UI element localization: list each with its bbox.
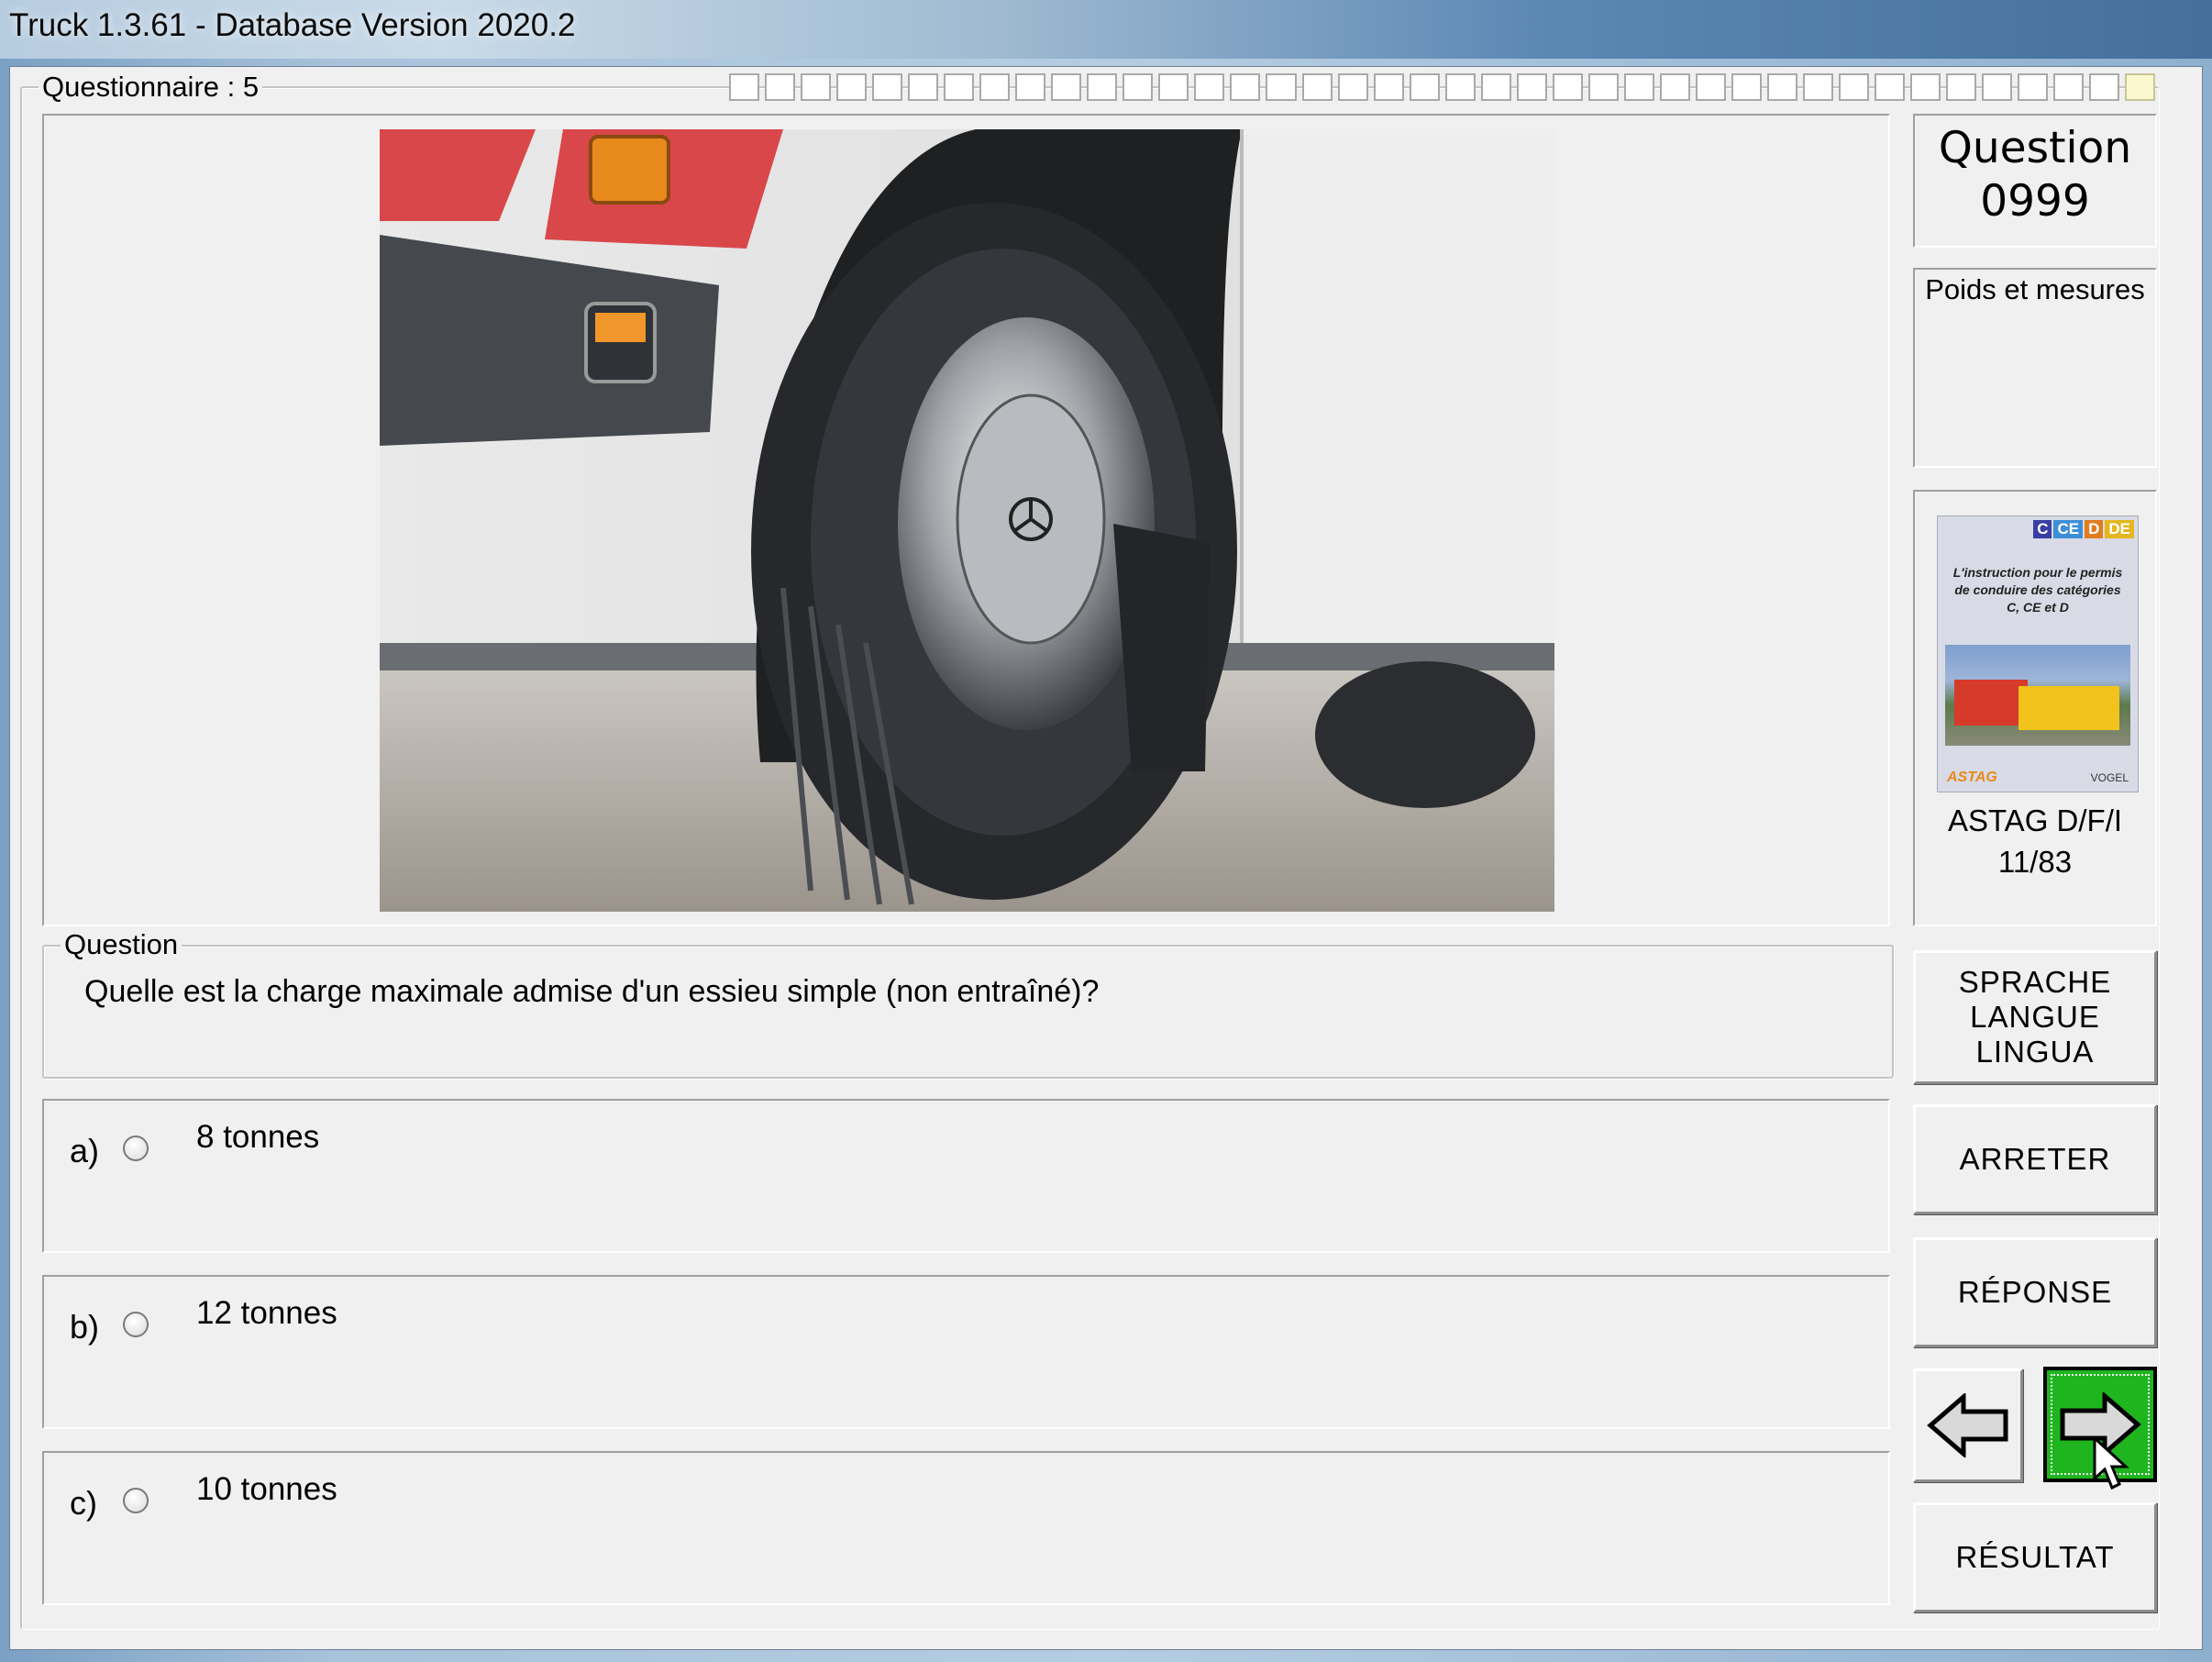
progress-segment: [872, 73, 903, 101]
progress-segment: [1552, 73, 1583, 101]
progress-segment: [1373, 73, 1404, 101]
answer-letter: b): [70, 1308, 100, 1346]
answer-letter: a): [70, 1132, 100, 1169]
progress-segment: [1194, 73, 1225, 101]
tag-c: C: [2033, 520, 2052, 538]
progress-segment: [1838, 73, 1869, 101]
answer-radio-c[interactable]: [123, 1488, 149, 1513]
tag-ce: CE: [2053, 520, 2084, 538]
previous-button[interactable]: [1913, 1368, 2023, 1482]
result-button[interactable]: RÉSULTAT: [1913, 1502, 2157, 1612]
book-brand-right: VOGEL: [2090, 771, 2129, 784]
question-number-label: Question: [1938, 123, 2132, 173]
progress-segment: [908, 73, 939, 101]
answer-option-c[interactable]: c) 10 tonnes: [42, 1451, 1890, 1605]
stop-button[interactable]: ARRETER: [1913, 1104, 2157, 1214]
question-number-panel: Question 0999: [1913, 114, 2157, 248]
answer-text: 10 tonnes: [196, 1471, 337, 1507]
category-text: Poids et mesures: [1925, 273, 2145, 305]
progress-segment: [801, 73, 832, 101]
book-page: 11/83: [1997, 845, 2073, 879]
progress-segment: [1123, 73, 1154, 101]
book-cover-tags: C CE D DE: [2033, 520, 2134, 538]
answer-radio-b[interactable]: [123, 1312, 149, 1337]
answer-button-label: RÉPONSE: [1957, 1275, 2113, 1309]
progress-segment: [2125, 73, 2156, 101]
book-reference: ASTAG D/F/I: [1947, 803, 2123, 837]
answer-letter: c): [70, 1484, 97, 1522]
arrow-left-icon: [1927, 1393, 2008, 1457]
mouse-cursor-icon: [2093, 1436, 2129, 1490]
question-photo: [380, 129, 1554, 912]
progress-segment: [1659, 73, 1690, 101]
question-number: 0999: [1980, 176, 2090, 227]
progress-segment: [1946, 73, 1977, 101]
progress-segment: [944, 73, 975, 101]
progress-segment: [729, 73, 760, 101]
language-label-fr: LANGUE: [1970, 1000, 2100, 1034]
progress-segment: [1087, 73, 1118, 101]
question-legend: Question: [61, 929, 182, 960]
progress-segment: [979, 73, 1011, 101]
progress-segment: [1766, 73, 1797, 101]
progress-segment: [1623, 73, 1654, 101]
progress-segment: [836, 73, 868, 101]
progress-segment: [1875, 73, 1906, 101]
progress-segment: [1409, 73, 1440, 101]
progress-segment: [1982, 73, 2013, 101]
questionnaire-progress-bar: [729, 73, 2156, 101]
progress-segment: [1230, 73, 1261, 101]
progress-segment: [1480, 73, 1511, 101]
progress-segment: [1266, 73, 1297, 101]
progress-segment: [1516, 73, 1547, 101]
progress-segment: [1695, 73, 1726, 101]
book-cover-photo: [1945, 645, 2130, 746]
tag-d: D: [2085, 520, 2104, 538]
progress-segment: [1015, 73, 1046, 101]
progress-segment: [2089, 73, 2120, 101]
book-brand-left: ASTAG: [1947, 770, 1997, 785]
progress-segment: [1802, 73, 1833, 101]
answer-radio-a[interactable]: [123, 1136, 149, 1161]
result-button-label: RÉSULTAT: [1955, 1540, 2115, 1574]
language-button[interactable]: SPRACHE LANGUE LINGUA: [1913, 950, 2157, 1084]
progress-segment: [1444, 73, 1476, 101]
progress-segment: [2018, 73, 2049, 101]
answer-button[interactable]: RÉPONSE: [1913, 1237, 2157, 1347]
language-label-it: LINGUA: [1975, 1035, 2095, 1069]
window-title: Truck 1.3.61 - Database Version 2020.2: [9, 7, 576, 43]
answer-option-b[interactable]: b) 12 tonnes: [42, 1275, 1890, 1429]
progress-segment: [1587, 73, 1619, 101]
progress-segment: [1301, 73, 1333, 101]
tag-de: DE: [2105, 520, 2134, 538]
progress-segment: [1910, 73, 1941, 101]
progress-segment: [1731, 73, 1762, 101]
language-label-de: SPRACHE: [1958, 965, 2112, 999]
progress-segment: [1337, 73, 1368, 101]
book-cover: C CE D DE L'instruction pour le permis d…: [1937, 515, 2139, 792]
progress-segment: [1158, 73, 1189, 101]
progress-segment: [2053, 73, 2085, 101]
question-text: Quelle est la charge maximale admise d'u…: [84, 974, 1100, 1009]
answer-option-a[interactable]: a) 8 tonnes: [42, 1099, 1890, 1253]
stop-button-label: ARRETER: [1959, 1142, 2111, 1176]
category-panel: Poids et mesures: [1913, 268, 2157, 468]
question-group: [42, 945, 1894, 1079]
questionnaire-legend: Questionnaire : 5: [39, 72, 263, 103]
answer-text: 12 tonnes: [196, 1295, 337, 1331]
progress-segment: [765, 73, 796, 101]
window-title-bar[interactable]: Truck 1.3.61 - Database Version 2020.2: [0, 0, 2212, 60]
book-reference-panel: C CE D DE L'instruction pour le permis d…: [1913, 490, 2157, 926]
book-cover-text: L'instruction pour le permis de conduire…: [1952, 565, 2123, 615]
answer-text: 8 tonnes: [196, 1119, 320, 1155]
progress-segment: [1051, 73, 1082, 101]
